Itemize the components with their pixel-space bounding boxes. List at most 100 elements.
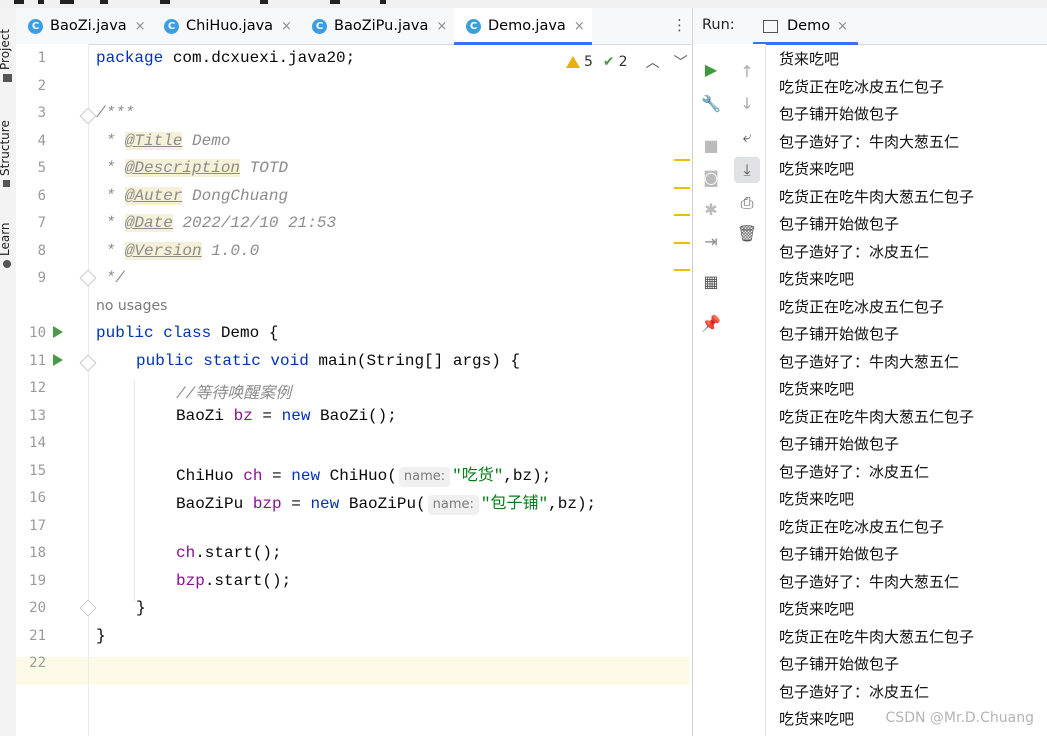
inspection-widget[interactable]: 5 ✔ 2 ︿ ﹀ xyxy=(566,52,688,72)
console-line: 包子造好了：冰皮五仁 xyxy=(779,242,930,261)
line-number: 15 xyxy=(29,463,46,479)
code-line-11[interactable]: public static void main(String[] args) { xyxy=(136,352,520,370)
code-line-16[interactable]: BaoZiPu bzp = new BaoZiPu(name: "包子铺",bz)… xyxy=(176,489,596,515)
soft-wrap-icon[interactable]: ⤶ xyxy=(736,126,758,148)
warning-stripe-mark[interactable] xyxy=(674,269,690,271)
tab-baozipu[interactable]: C BaoZiPu.java × xyxy=(302,8,454,44)
code-line-1[interactable]: package com.dcxuexi.java20; xyxy=(96,49,355,67)
structure-icon xyxy=(3,180,10,187)
arrow-up-icon[interactable]: ↑ xyxy=(736,60,758,82)
pin-icon[interactable]: 📌 xyxy=(700,312,722,334)
scroll-to-end-icon[interactable]: ⤓ xyxy=(734,157,760,183)
check-count: 2 xyxy=(618,54,628,70)
close-icon[interactable]: × xyxy=(574,19,585,34)
learn-tool-button[interactable]: Learn xyxy=(0,222,12,256)
tab-run-demo[interactable]: Demo × xyxy=(753,8,858,45)
tab-chihuo[interactable]: C ChiHuo.java × xyxy=(154,8,302,44)
left-tool-strip: Project Structure Learn xyxy=(0,8,17,736)
trash-icon[interactable]: 🗑 xyxy=(736,222,758,244)
line-number: 8 xyxy=(37,243,46,259)
login-icon[interactable]: ⇥ xyxy=(700,230,722,252)
parameter-hint: name: xyxy=(398,467,451,487)
learn-icon xyxy=(3,260,11,268)
close-icon[interactable]: × xyxy=(135,19,146,34)
console-line: 包子铺开始做包子 xyxy=(779,325,900,343)
code-line-18[interactable]: ch.start(); xyxy=(176,544,282,562)
top-window-strip xyxy=(0,0,1047,8)
run-tool-window: Run: Demo × ▶ 🔧 ■ ◙ ✱ ⇥ ▦ 📌 ↑ ↓ ⤶ ⤓ ⎙ 🗑 … xyxy=(692,8,1047,736)
tab-demo[interactable]: C Demo.java × xyxy=(454,8,592,45)
camera-icon[interactable]: ◙ xyxy=(700,166,722,188)
warning-stripe-mark[interactable] xyxy=(674,214,690,216)
console-line: 包子造好了：牛肉大葱五仁 xyxy=(779,572,960,591)
code-line-19[interactable]: bzp.start(); xyxy=(176,572,291,590)
line-number: 18 xyxy=(29,545,46,561)
warning-stripe-mark[interactable] xyxy=(674,242,690,244)
usages-hint[interactable]: no usages xyxy=(96,298,167,314)
console-line: 包子铺开始做包子 xyxy=(779,655,900,673)
console-line: 包子铺开始做包子 xyxy=(779,545,900,563)
close-icon[interactable]: × xyxy=(837,19,848,34)
warning-count: 5 xyxy=(584,54,593,70)
code-line-21[interactable]: } xyxy=(96,627,106,645)
console-icon xyxy=(763,19,778,33)
structure-tool-button[interactable]: Structure xyxy=(0,120,12,176)
print-icon[interactable]: ⎙ xyxy=(736,192,758,214)
console-line: 吃货正在吃冰皮五仁包子 xyxy=(779,297,945,316)
parameter-hint: name: xyxy=(427,495,479,515)
chevron-up-icon[interactable]: ︿ xyxy=(646,52,660,72)
line-number: 9 xyxy=(37,270,46,286)
code-line-4[interactable]: * @Title Demo xyxy=(96,132,230,150)
code-line-15[interactable]: ChiHuo ch = new ChiHuo(name: "吃货",bz); xyxy=(176,461,551,487)
layout-icon[interactable]: ▦ xyxy=(700,270,722,292)
editor-tab-bar: C BaoZi.java × C ChiHuo.java × C BaoZiPu… xyxy=(16,8,691,45)
line-number: 11 xyxy=(29,353,46,369)
run-class-icon[interactable] xyxy=(53,326,63,338)
console-line: 吃货正在吃冰皮五仁包子 xyxy=(779,77,945,96)
code-line-7[interactable]: * @Date 2022/12/10 21:53 xyxy=(96,214,336,232)
line-number: 3 xyxy=(37,105,46,121)
folder-icon xyxy=(3,74,12,82)
console-line: 包子造好了：牛肉大葱五仁 xyxy=(779,132,960,151)
code-line-9[interactable]: */ xyxy=(96,269,125,287)
code-editor: C BaoZi.java × C ChiHuo.java × C BaoZiPu… xyxy=(16,8,691,736)
rerun-icon[interactable]: ▶ xyxy=(700,58,722,80)
line-number: 14 xyxy=(29,435,46,451)
tab-label: ChiHuo.java xyxy=(186,18,274,34)
line-number: 17 xyxy=(29,518,46,534)
console-line: 货来吃吧 xyxy=(779,50,840,68)
arrow-down-icon[interactable]: ↓ xyxy=(736,92,758,114)
more-options-icon[interactable]: ⋮ xyxy=(672,18,687,33)
code-line-13[interactable]: BaoZi bz = new BaoZi(); xyxy=(176,407,397,425)
indent-guide xyxy=(134,380,135,602)
tab-baozi[interactable]: C BaoZi.java × xyxy=(16,8,154,44)
line-number: 16 xyxy=(29,490,46,506)
close-icon[interactable]: × xyxy=(281,19,292,34)
debug-icon[interactable]: ✱ xyxy=(700,198,722,220)
code-line-5[interactable]: * @Description TOTD xyxy=(96,159,288,177)
stop-icon[interactable]: ■ xyxy=(700,134,722,156)
run-main-icon[interactable] xyxy=(53,354,63,366)
wrench-icon[interactable]: 🔧 xyxy=(700,92,722,114)
class-icon: C xyxy=(164,18,179,34)
line-number: 21 xyxy=(29,628,46,644)
line-number: 4 xyxy=(37,133,46,149)
project-tool-button[interactable]: Project xyxy=(0,29,12,70)
warning-stripe-mark[interactable] xyxy=(674,187,690,189)
console-line: 吃货来吃吧 xyxy=(779,710,855,728)
code-line-3[interactable]: /*** xyxy=(96,104,134,122)
run-toolbar: ▶ 🔧 ■ ◙ ✱ ⇥ ▦ 📌 ↑ ↓ ⤶ ⤓ ⎙ 🗑 xyxy=(693,44,766,736)
console-line: 吃货来吃吧 xyxy=(779,490,855,508)
run-tab-label: Demo xyxy=(787,18,831,34)
code-line-12[interactable]: //等待唤醒案例 xyxy=(176,379,291,403)
warning-stripe-mark[interactable] xyxy=(674,159,690,161)
line-number: 5 xyxy=(37,160,46,176)
code-line-10[interactable]: public class Demo { xyxy=(96,324,278,342)
warning-icon xyxy=(566,56,580,68)
chevron-down-icon[interactable]: ﹀ xyxy=(674,52,688,72)
code-line-8[interactable]: * @Version 1.0.0 xyxy=(96,242,259,260)
code-line-20[interactable]: } xyxy=(136,599,146,617)
code-line-6[interactable]: * @Auter DongChuang xyxy=(96,187,288,205)
close-icon[interactable]: × xyxy=(436,19,447,34)
class-run-icon: C xyxy=(466,18,481,34)
